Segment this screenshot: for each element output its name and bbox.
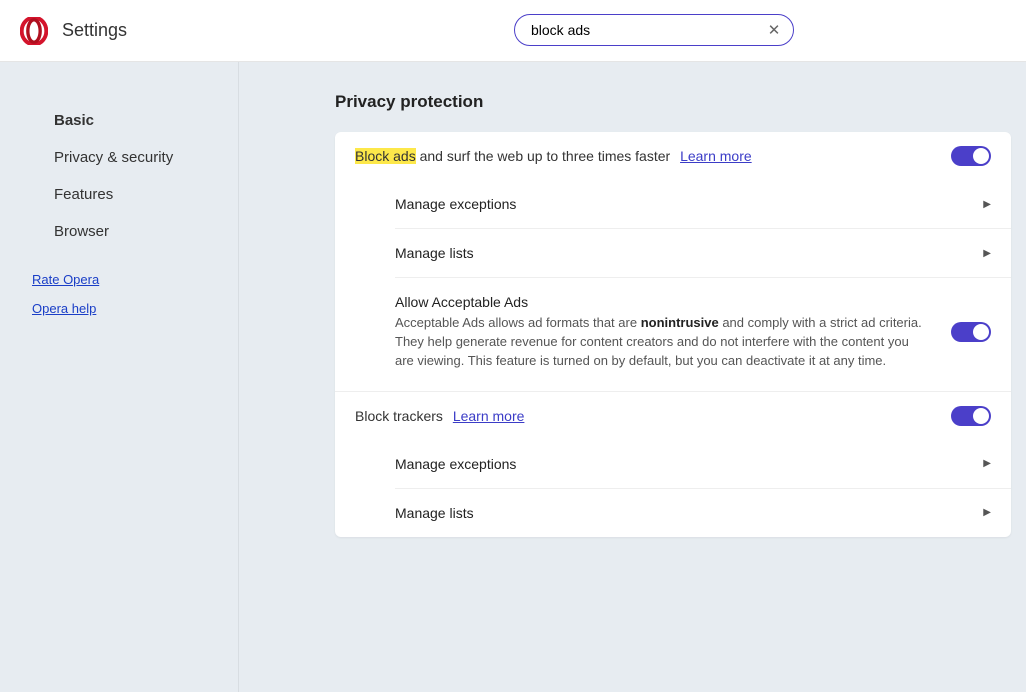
main-content: Privacy protection Block ads and surf th… xyxy=(239,62,1026,692)
chevron-right-icon: ▶ xyxy=(983,199,991,210)
nav-privacy-security[interactable]: Privacy & security xyxy=(0,139,238,176)
chevron-right-icon: ▶ xyxy=(983,248,991,259)
search-input[interactable] xyxy=(531,22,765,38)
block-ads-learn-more[interactable]: Learn more xyxy=(680,148,752,164)
clear-search-icon[interactable]: ✕ xyxy=(765,21,783,39)
manage-lists-ads[interactable]: Manage lists ▶ xyxy=(395,228,1011,277)
nav-features[interactable]: Features xyxy=(0,176,238,213)
block-ads-toggle[interactable] xyxy=(951,146,991,166)
section-title: Privacy protection xyxy=(335,92,1010,112)
block-trackers-sublist: Manage exceptions ▶ Manage lists ▶ xyxy=(335,440,1011,537)
nav-browser[interactable]: Browser xyxy=(0,213,238,250)
chevron-right-icon: ▶ xyxy=(983,507,991,518)
chevron-right-icon: ▶ xyxy=(983,458,991,469)
block-ads-sublist: Manage exceptions ▶ Manage lists ▶ Allow… xyxy=(335,180,1011,391)
acceptable-ads-toggle[interactable] xyxy=(951,322,991,342)
search-box[interactable]: ✕ xyxy=(514,14,794,46)
manage-lists-trackers[interactable]: Manage lists ▶ xyxy=(395,488,1011,537)
acceptable-ads-desc: Acceptable Ads allows ad formats that ar… xyxy=(395,314,931,371)
page-title: Settings xyxy=(62,20,127,41)
block-trackers-learn-more[interactable]: Learn more xyxy=(453,408,525,424)
nav-basic[interactable]: Basic xyxy=(0,102,238,139)
block-trackers-label: Block trackers Learn more xyxy=(355,408,951,424)
manage-exceptions-ads[interactable]: Manage exceptions ▶ xyxy=(395,180,1011,228)
search-container: ✕ xyxy=(514,14,794,46)
acceptable-ads-row: Allow Acceptable Ads Acceptable Ads allo… xyxy=(395,277,1011,391)
manage-exceptions-trackers[interactable]: Manage exceptions ▶ xyxy=(395,440,1011,488)
privacy-card: Block ads and surf the web up to three t… xyxy=(335,132,1011,537)
opera-logo-icon xyxy=(20,17,48,45)
search-highlight: Block ads xyxy=(355,148,416,164)
header: Settings ✕ xyxy=(0,0,1026,62)
block-trackers-row: Block trackers Learn more xyxy=(335,392,1011,440)
acceptable-ads-title: Allow Acceptable Ads xyxy=(395,294,931,310)
block-ads-label: Block ads and surf the web up to three t… xyxy=(355,148,951,164)
block-ads-row: Block ads and surf the web up to three t… xyxy=(335,132,1011,180)
rate-opera-link[interactable]: Rate Opera xyxy=(32,272,238,287)
opera-help-link[interactable]: Opera help xyxy=(32,301,238,316)
block-trackers-toggle[interactable] xyxy=(951,406,991,426)
sidebar: Basic Privacy & security Features Browse… xyxy=(0,62,239,692)
